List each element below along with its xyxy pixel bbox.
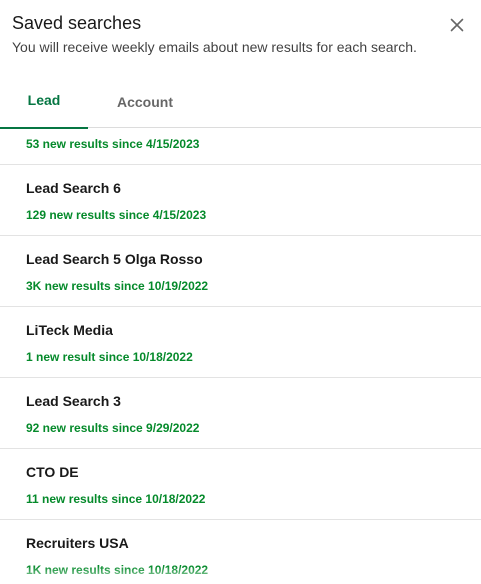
saved-search-name[interactable]: Lead Search 3 [26,392,121,410]
saved-search-item[interactable]: LiTeck Media 1 new result since 10/18/20… [0,307,481,378]
saved-search-name[interactable]: LiTeck Media [26,321,113,339]
saved-search-name[interactable]: CTO DE [26,463,79,481]
saved-search-item[interactable]: Lead Search 3 92 new results since 9/29/… [0,378,481,449]
saved-search-results[interactable]: 3K new results since 10/19/2022 [26,278,208,294]
tab-lead-label: Lead [27,92,61,108]
saved-search-results[interactable]: 11 new results since 10/18/2022 [26,491,205,507]
saved-search-results[interactable]: 1 new result since 10/18/2022 [26,349,193,365]
dialog-header: Saved searches You will receive weekly e… [0,0,481,70]
tab-account[interactable]: Account [104,78,186,128]
tab-account-label: Account [117,94,173,110]
saved-search-results[interactable]: 92 new results since 9/29/2022 [26,420,199,436]
saved-search-results: 53 new results since 4/15/2023 [26,137,200,151]
dialog-subtitle: You will receive weekly emails about new… [12,39,417,55]
tab-lead[interactable]: Lead [0,78,88,129]
saved-search-results[interactable]: 129 new results since 4/15/2023 [26,207,206,223]
saved-search-item[interactable]: 53 new results since 4/15/2023 [0,129,481,165]
saved-search-name[interactable]: Lead Search 5 Olga Rosso [26,250,203,268]
saved-search-item[interactable]: CTO DE 11 new results since 10/18/2022 [0,449,481,520]
tab-bar: Lead Account [0,78,481,129]
saved-search-results[interactable]: 1K new results since 10/18/2022 [26,562,208,578]
saved-search-name[interactable]: Recruiters USA [26,534,129,552]
saved-search-item[interactable]: Lead Search 6 129 new results since 4/15… [0,165,481,236]
saved-search-item[interactable]: Recruiters USA 1K new results since 10/1… [0,520,481,584]
saved-search-name[interactable]: Lead Search 6 [26,179,121,197]
close-button[interactable] [445,13,469,37]
saved-search-list: 53 new results since 4/15/2023 Lead Sear… [0,129,481,584]
close-icon [450,18,464,32]
dialog-title: Saved searches [12,13,142,33]
saved-search-item[interactable]: Lead Search 5 Olga Rosso 3K new results … [0,236,481,307]
